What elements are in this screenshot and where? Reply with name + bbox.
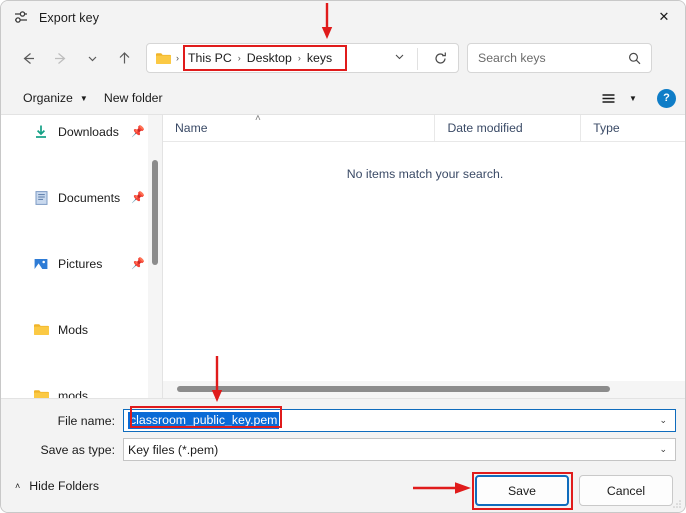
- sidebar-item-label: mods: [58, 389, 88, 399]
- view-options-chevron-down-icon[interactable]: ▼: [623, 86, 643, 110]
- sidebar-item-label: Mods: [58, 323, 88, 337]
- new-folder-label: New folder: [104, 91, 163, 105]
- breadcrumb: This PC › Desktop › keys: [186, 47, 334, 69]
- sort-ascending-icon: ˄: [255, 113, 261, 124]
- sidebar-item-documents[interactable]: Documents 📌: [1, 181, 162, 214]
- folder-icon: [32, 387, 50, 399]
- organize-label: Organize: [23, 91, 73, 105]
- pin-icon: 📌: [131, 125, 145, 138]
- column-header-label: Name: [175, 121, 208, 135]
- address-divider: [417, 48, 418, 70]
- folder-icon: [32, 321, 50, 339]
- chevron-down-icon[interactable]: ⌄: [659, 415, 667, 426]
- back-button[interactable]: [12, 42, 44, 74]
- sidebar-scrollbar[interactable]: [148, 115, 162, 398]
- chevron-down-icon: ▼: [80, 94, 88, 103]
- pin-icon: 📌: [131, 191, 145, 204]
- file-list-horizontal-scrollbar[interactable]: [163, 381, 686, 398]
- file-name-label: File name:: [1, 414, 123, 428]
- download-icon: [32, 123, 50, 141]
- file-name-value: classroom_public_key.pem: [128, 412, 279, 429]
- column-header-type[interactable]: Type: [580, 115, 686, 142]
- breadcrumb-item-keys[interactable]: keys: [305, 51, 334, 65]
- column-header-date-modified[interactable]: Date modified: [434, 115, 580, 142]
- sidebar-item-mods-lower[interactable]: mods: [1, 379, 162, 398]
- refresh-icon[interactable]: [433, 51, 448, 66]
- window-title: Export key: [39, 11, 99, 25]
- folder-icon: [155, 51, 172, 66]
- empty-state-message: No items match your search.: [163, 167, 686, 181]
- resize-grip[interactable]: [672, 499, 682, 509]
- file-name-input[interactable]: classroom_public_key.pem ⌄: [123, 409, 676, 432]
- document-icon: [32, 189, 50, 207]
- save-as-type-label: Save as type:: [1, 443, 123, 457]
- sidebar-item-pictures[interactable]: Pictures 📌: [1, 247, 162, 280]
- chevron-down-icon[interactable]: ⌄: [659, 444, 667, 455]
- sliders-icon: [12, 9, 30, 27]
- sidebar-item-label: Pictures: [58, 257, 102, 271]
- title-bar: Export key ✕: [1, 1, 686, 34]
- save-as-type-row: Save as type: Key files (*.pem) ⌄: [1, 438, 676, 461]
- file-list-pane: Name ˄ Date modified Type No items match…: [162, 115, 686, 398]
- breadcrumb-separator: ›: [176, 54, 179, 63]
- help-button[interactable]: ?: [657, 89, 676, 108]
- breadcrumb-separator: ›: [298, 54, 301, 63]
- search-placeholder: Search keys: [478, 51, 546, 65]
- search-icon[interactable]: [627, 51, 642, 66]
- save-button[interactable]: Save: [475, 475, 569, 506]
- export-key-dialog: Export key ✕: [0, 0, 686, 513]
- sidebar-item-mods-upper[interactable]: Mods: [1, 313, 162, 346]
- save-as-type-select[interactable]: Key files (*.pem) ⌄: [123, 438, 676, 461]
- navigation-pane: Downloads 📌 Documents 📌: [1, 115, 162, 398]
- breadcrumb-item-this-pc[interactable]: This PC: [186, 51, 234, 65]
- file-name-row: File name: classroom_public_key.pem ⌄: [1, 409, 676, 432]
- forward-button: [44, 42, 76, 74]
- close-icon[interactable]: ✕: [641, 1, 686, 33]
- pictures-icon: [32, 255, 50, 273]
- chevron-up-icon: ˄: [15, 481, 20, 491]
- breadcrumb-separator: ›: [238, 54, 241, 63]
- up-button[interactable]: [108, 42, 140, 74]
- column-header-name[interactable]: Name ˄: [163, 115, 434, 142]
- sidebar-item-label: Downloads: [58, 125, 119, 139]
- address-chevron-down-icon[interactable]: [393, 50, 406, 66]
- new-folder-button[interactable]: New folder: [96, 86, 171, 110]
- sidebar-scrollbar-thumb[interactable]: [152, 160, 158, 265]
- hide-folders-label: Hide Folders: [29, 479, 99, 493]
- address-bar[interactable]: › This PC › Desktop › keys: [146, 43, 459, 73]
- sidebar-item-label: Documents: [58, 191, 120, 205]
- pin-icon: 📌: [131, 257, 145, 270]
- file-list-scrollbar-thumb[interactable]: [177, 386, 610, 392]
- breadcrumb-item-desktop[interactable]: Desktop: [245, 51, 294, 65]
- column-headers: Name ˄ Date modified Type: [163, 115, 686, 142]
- cancel-button[interactable]: Cancel: [579, 475, 673, 506]
- column-header-label: Type: [593, 121, 619, 135]
- sidebar-item-downloads[interactable]: Downloads 📌: [1, 115, 162, 148]
- dialog-body: Downloads 📌 Documents 📌: [1, 115, 686, 398]
- list-view-icon[interactable]: [595, 86, 621, 110]
- command-bar-right: ▼ ?: [595, 86, 676, 110]
- search-input[interactable]: Search keys: [467, 43, 652, 73]
- organize-button[interactable]: Organize ▼: [15, 86, 96, 110]
- navigation-bar: › This PC › Desktop › keys: [1, 34, 686, 82]
- hide-folders-button[interactable]: ˄ Hide Folders: [15, 479, 99, 493]
- recent-locations-chevron-down-icon[interactable]: [76, 42, 108, 74]
- save-as-type-value: Key files (*.pem): [128, 443, 218, 457]
- command-bar: Organize ▼ New folder ▼ ?: [1, 82, 686, 115]
- column-header-label: Date modified: [447, 121, 522, 135]
